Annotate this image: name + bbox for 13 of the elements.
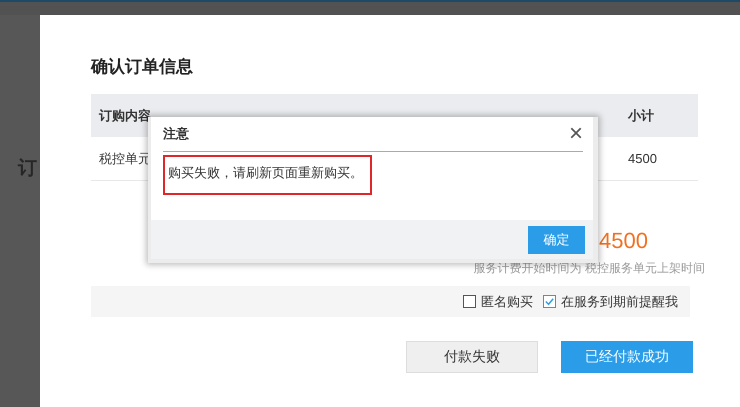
checkbox[interactable] bbox=[463, 295, 476, 308]
failed-button[interactable]: 付款失败 bbox=[406, 341, 538, 373]
column-header: 订购内容 bbox=[99, 108, 151, 122]
checkbox-label: 匿名购买 bbox=[481, 292, 533, 310]
table-cell: 4500 bbox=[628, 151, 657, 166]
total-amount: 4500 bbox=[599, 228, 648, 254]
error-message: 购买失败，请刷新页面重新购买。 bbox=[163, 155, 372, 195]
close-button[interactable]: × bbox=[568, 122, 583, 146]
checkbox-label: 在服务到期前提醒我 bbox=[561, 292, 678, 310]
checkbox[interactable] bbox=[543, 295, 556, 308]
column-header: 小计 bbox=[628, 108, 654, 122]
modal-title: 确认订单信息 bbox=[91, 56, 194, 78]
dialog-title: 注意 bbox=[163, 125, 189, 143]
